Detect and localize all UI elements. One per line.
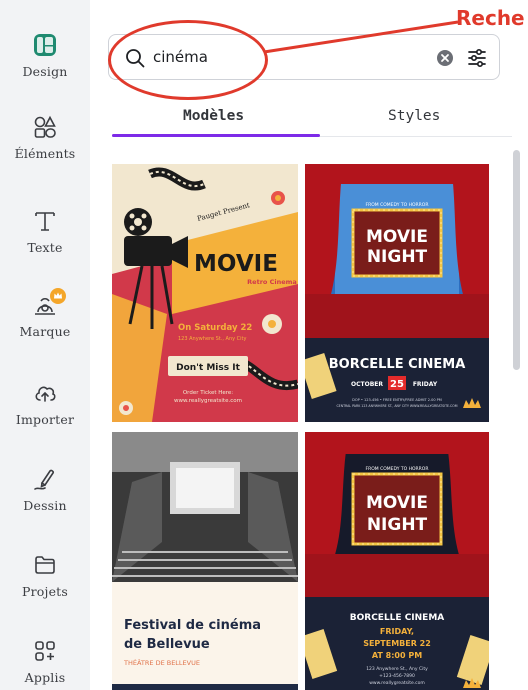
poster-date: On Saturday 22 bbox=[178, 323, 252, 333]
poster-phone: +123-456-7890 bbox=[379, 673, 415, 679]
poster-line1: MOVIE bbox=[366, 227, 428, 247]
apps-icon bbox=[35, 641, 55, 661]
upload-icon bbox=[35, 386, 56, 402]
active-tab-indicator bbox=[112, 134, 320, 137]
sidebar-item-projects[interactable]: Projets bbox=[0, 552, 90, 599]
sidebar-item-label: Applis bbox=[24, 670, 66, 685]
movie-night-poster: FROM COMEDY TO HORROR MOVIE NIGHT BORCEL… bbox=[305, 164, 489, 422]
sidebar-item-text[interactable]: Texte bbox=[0, 208, 90, 255]
movie-night-poster-2: FROM COMEDY TO HORROR MOVIE NIGHT BORCEL… bbox=[305, 432, 489, 690]
draw-icon bbox=[34, 469, 54, 490]
sidebar-item-label: Projets bbox=[21, 584, 69, 599]
festival-poster: Festival de cinéma de Bellevue THÉÂTRE D… bbox=[112, 432, 298, 690]
poster-address: 123 Anywhere St., Any City bbox=[366, 666, 428, 672]
sidebar-item-label: Importer bbox=[15, 412, 75, 427]
poster-venue: BORCELLE CINEMA bbox=[329, 357, 466, 372]
poster-subheading: Retro Cinema bbox=[247, 278, 297, 286]
retro-movie-poster: Pauget Present MOVIE Retro Cinema On Sat… bbox=[112, 164, 298, 422]
sidebar-item-label: Dessin bbox=[23, 498, 67, 513]
poster-date-right: FRIDAY bbox=[413, 381, 438, 388]
poster-venue: BORCELLE CINEMA bbox=[350, 613, 445, 623]
poster-button: Don't Miss It bbox=[176, 363, 240, 373]
poster-date: SEPTEMBER 22 bbox=[363, 639, 431, 648]
sidebar-item-brand[interactable]: Marque bbox=[0, 288, 90, 339]
annotation-label: Reche bbox=[456, 6, 525, 30]
poster-date-left: OCTOBER bbox=[351, 381, 383, 388]
poster-heading: MOVIE bbox=[194, 251, 278, 277]
tab-styles[interactable]: Styles bbox=[388, 108, 440, 124]
poster-line2: NIGHT bbox=[367, 247, 428, 267]
sidebar-item-label: Marque bbox=[19, 324, 71, 339]
sidebar-item-elements[interactable]: Éléments bbox=[0, 114, 90, 161]
filter-icon[interactable] bbox=[466, 47, 488, 69]
sidebar-item-apps[interactable]: Applis bbox=[0, 638, 90, 685]
sidebar-item-upload[interactable]: Importer bbox=[0, 380, 90, 427]
poster-day: FRIDAY, bbox=[380, 627, 414, 636]
sidebar-item-label: Éléments bbox=[14, 146, 76, 161]
poster-line2: NIGHT bbox=[367, 515, 428, 535]
poster-date-num: 25 bbox=[390, 379, 404, 390]
poster-site: www.reallygreatsite.com bbox=[174, 398, 242, 404]
sidebar: Design Éléments Texte Marque Importer De… bbox=[0, 0, 90, 690]
poster-top-line: FROM COMEDY TO HORROR bbox=[366, 466, 429, 472]
poster-info2: CENTRAL PARK 123 ANYWHERE ST., ANY CITY … bbox=[336, 404, 457, 408]
templates-panel: cinéma Modèles Styles Pauget Present MOV… bbox=[90, 12, 528, 690]
template-card-festival[interactable]: Festival de cinéma de Bellevue THÉÂTRE D… bbox=[112, 432, 298, 690]
poster-title-line1: Festival de cinéma bbox=[124, 618, 261, 633]
tab-templates[interactable]: Modèles bbox=[183, 108, 244, 124]
text-icon bbox=[35, 212, 55, 231]
poster-order: Order Ticket Here: bbox=[183, 390, 233, 396]
elements-icon bbox=[34, 115, 56, 138]
crown-badge-icon bbox=[50, 288, 66, 304]
scrollbar[interactable] bbox=[513, 150, 520, 370]
annotation-arrow bbox=[263, 20, 459, 54]
poster-line1: MOVIE bbox=[366, 493, 428, 513]
design-icon bbox=[34, 34, 56, 56]
poster-subtitle: THÉÂTRE DE BELLEVUE bbox=[123, 658, 200, 667]
template-card-movie-night-october[interactable]: FROM COMEDY TO HORROR MOVIE NIGHT BORCEL… bbox=[305, 164, 489, 422]
sidebar-item-label: Texte bbox=[27, 240, 63, 255]
sidebar-item-draw[interactable]: Dessin bbox=[0, 466, 90, 513]
poster-title-line2: de Bellevue bbox=[124, 637, 210, 652]
folder-icon bbox=[35, 556, 55, 574]
poster-top-line: FROM COMEDY TO HORROR bbox=[366, 202, 429, 208]
poster-address: 123 Anywhere St., Any City bbox=[178, 336, 247, 342]
template-card-retro-movie[interactable]: Pauget Present MOVIE Retro Cinema On Sat… bbox=[112, 164, 298, 422]
sidebar-item-design[interactable]: Design bbox=[0, 32, 90, 79]
poster-site: www.reallygreatsite.com bbox=[369, 680, 425, 686]
sidebar-item-label: Design bbox=[22, 64, 68, 79]
template-card-movie-night-september[interactable]: FROM COMEDY TO HORROR MOVIE NIGHT BORCEL… bbox=[305, 432, 489, 690]
poster-info1: DOP • 123-456 • FREE ENTRY/FREE ADMIT 2.… bbox=[352, 398, 442, 402]
poster-time: AT 8:00 PM bbox=[372, 651, 422, 660]
annotation-ellipse bbox=[108, 20, 268, 100]
